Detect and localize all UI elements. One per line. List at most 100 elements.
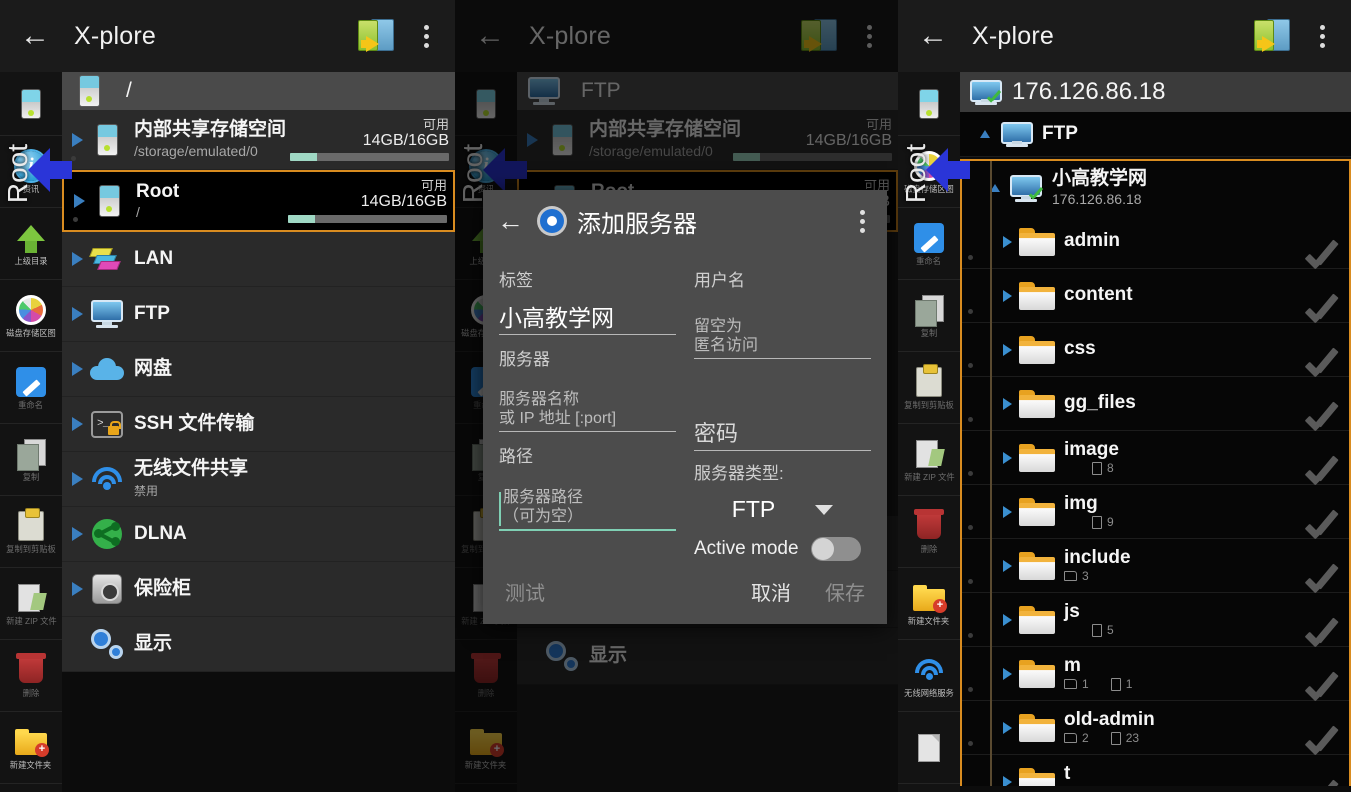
back-arrow-icon[interactable]: ← <box>14 15 56 57</box>
table-row[interactable]: t 1 <box>962 755 1349 786</box>
tool-rename[interactable]: 重命名 <box>0 352 62 424</box>
tool-storage[interactable] <box>455 72 517 136</box>
overflow-menu-icon[interactable] <box>851 209 873 233</box>
table-row[interactable]: 小高教学网 176.126.86.18 <box>962 161 1349 215</box>
tool-clipboard[interactable]: 复制到剪贴板 <box>898 352 960 424</box>
tool-disk-usage[interactable]: 磁盘存储区图 <box>0 280 62 352</box>
tool-new-folder[interactable]: + 新建文件夹 <box>898 568 960 640</box>
expand-toggle[interactable] <box>984 183 1006 193</box>
expand-toggle[interactable] <box>996 775 1018 786</box>
copy-to-clipboard-icon[interactable] <box>1253 18 1291 54</box>
overflow-menu-icon[interactable] <box>411 24 441 48</box>
active-mode-toggle[interactable] <box>810 537 861 561</box>
table-row[interactable]: gg_files <box>962 377 1349 431</box>
expand-toggle[interactable] <box>66 582 88 596</box>
expand-toggle[interactable] <box>66 307 88 321</box>
storage-drive-icon <box>88 123 126 156</box>
overflow-menu-icon[interactable] <box>1307 24 1337 48</box>
tool-copy[interactable]: 复制 <box>898 280 960 352</box>
back-arrow-icon[interactable]: ← <box>497 206 533 237</box>
expand-toggle[interactable] <box>968 721 1018 746</box>
table-row[interactable]: 显示 <box>62 617 455 672</box>
table-row[interactable]: Root / 可用 14GB/16GB <box>62 170 455 232</box>
table-row[interactable]: FTP <box>960 112 1351 157</box>
server-type-select[interactable]: FTP <box>694 496 871 523</box>
table-row[interactable]: js 5 <box>962 593 1349 647</box>
tool-delete[interactable]: 删除 <box>0 640 62 712</box>
expand-toggle[interactable] <box>66 417 88 431</box>
back-arrow-icon[interactable]: ← <box>912 15 954 57</box>
cancel-button[interactable]: 取消 <box>751 577 791 606</box>
tool-new-folder[interactable]: + 新建文件夹 <box>0 712 62 784</box>
table-row[interactable]: 内部共享存储空间 /storage/emulated/0 可用 14GB/16G… <box>517 110 898 170</box>
tool-storage[interactable] <box>0 72 62 136</box>
expand-toggle[interactable] <box>968 451 1018 476</box>
tool-delete[interactable]: 删除 <box>898 496 960 568</box>
tool-disk-usage[interactable]: 磁盘存储区图 <box>898 136 960 208</box>
back-arrow-icon[interactable]: ← <box>469 15 511 57</box>
table-row[interactable]: m 1 1 <box>962 647 1349 701</box>
test-button[interactable]: 测试 <box>505 577 545 606</box>
table-row[interactable]: css <box>962 323 1349 377</box>
tool-new-zip[interactable]: 新建 ZIP 文件 <box>0 568 62 640</box>
table-row[interactable]: image 8 <box>962 431 1349 485</box>
server-field[interactable]: 服务器名称 或 IP 地址 [:port] <box>499 376 676 432</box>
expand-toggle[interactable] <box>968 397 1018 422</box>
expand-toggle[interactable] <box>974 129 996 139</box>
tool-wifi-service[interactable]: 无线网络服务 <box>898 640 960 712</box>
table-row[interactable]: content <box>962 269 1349 323</box>
table-row[interactable]: 网盘 <box>62 342 455 397</box>
expand-toggle[interactable] <box>968 289 1018 314</box>
username-field[interactable]: 留空为 匿名访问 <box>694 301 871 359</box>
expand-toggle[interactable] <box>521 132 543 147</box>
copy-to-clipboard-icon[interactable] <box>800 18 838 54</box>
tool-new-zip[interactable]: 新建 ZIP 文件 <box>898 424 960 496</box>
tool-new-folder[interactable]: + 新建文件夹 <box>455 712 517 784</box>
tool-wifi-service[interactable]: 无线网络服务 <box>455 784 517 792</box>
settings-gears-icon <box>88 629 126 659</box>
table-row[interactable]: 无线文件共享 禁用 <box>62 452 455 507</box>
table-row[interactable]: img 9 <box>962 485 1349 539</box>
active-mode-row[interactable]: Active mode <box>694 537 871 561</box>
table-row[interactable]: 显示 <box>517 628 898 685</box>
overflow-menu-icon[interactable] <box>854 24 884 48</box>
expand-toggle[interactable] <box>968 343 1018 368</box>
table-row[interactable]: LAN <box>62 232 455 287</box>
tool-info[interactable]: i 资讯 <box>0 136 62 208</box>
expand-toggle[interactable] <box>68 194 90 222</box>
expand-toggle[interactable] <box>66 472 88 486</box>
tool-file[interactable] <box>898 712 960 784</box>
breadcrumb-middle[interactable]: FTP <box>517 72 898 110</box>
expand-toggle[interactable] <box>66 252 88 266</box>
expand-toggle[interactable] <box>968 505 1018 530</box>
expand-toggle[interactable] <box>66 527 88 541</box>
table-row[interactable]: admin <box>962 215 1349 269</box>
label-field[interactable]: 小高教学网 <box>499 297 676 335</box>
table-row[interactable]: include 3 <box>962 539 1349 593</box>
tool-parent-directory[interactable]: 上级目录 <box>0 208 62 280</box>
path-field[interactable]: 服务器路径 （可为空） <box>499 473 676 531</box>
table-row[interactable]: FTP <box>62 287 455 342</box>
breadcrumb-right[interactable]: 176.126.86.18 <box>960 72 1351 112</box>
tool-storage[interactable] <box>898 72 960 136</box>
table-row[interactable]: 内部共享存储空间 /storage/emulated/0 可用 14GB/16G… <box>62 110 455 170</box>
tool-clipboard[interactable]: 复制到剪贴板 <box>0 496 62 568</box>
tool-rename[interactable]: 重命名 <box>898 208 960 280</box>
save-button[interactable]: 保存 <box>825 577 865 606</box>
breadcrumb-left[interactable]: / <box>62 72 455 110</box>
password-field[interactable]: 密码 <box>694 407 871 451</box>
expand-toggle[interactable] <box>968 235 1018 260</box>
table-row[interactable]: DLNA <box>62 507 455 562</box>
expand-toggle[interactable] <box>968 667 1018 692</box>
tool-copy[interactable]: 复制 <box>0 424 62 496</box>
table-row[interactable]: >_ SSH 文件传输 <box>62 397 455 452</box>
copy-to-clipboard-icon[interactable] <box>357 18 395 54</box>
table-row[interactable]: 保险柜 <box>62 562 455 617</box>
expand-toggle[interactable] <box>66 132 88 161</box>
expand-toggle[interactable] <box>968 613 1018 638</box>
tool-delete[interactable]: 删除 <box>455 640 517 712</box>
table-row[interactable]: old-admin 2 23 <box>962 701 1349 755</box>
file-count: 23 <box>1110 731 1139 745</box>
expand-toggle[interactable] <box>968 559 1018 584</box>
expand-toggle[interactable] <box>66 362 88 376</box>
